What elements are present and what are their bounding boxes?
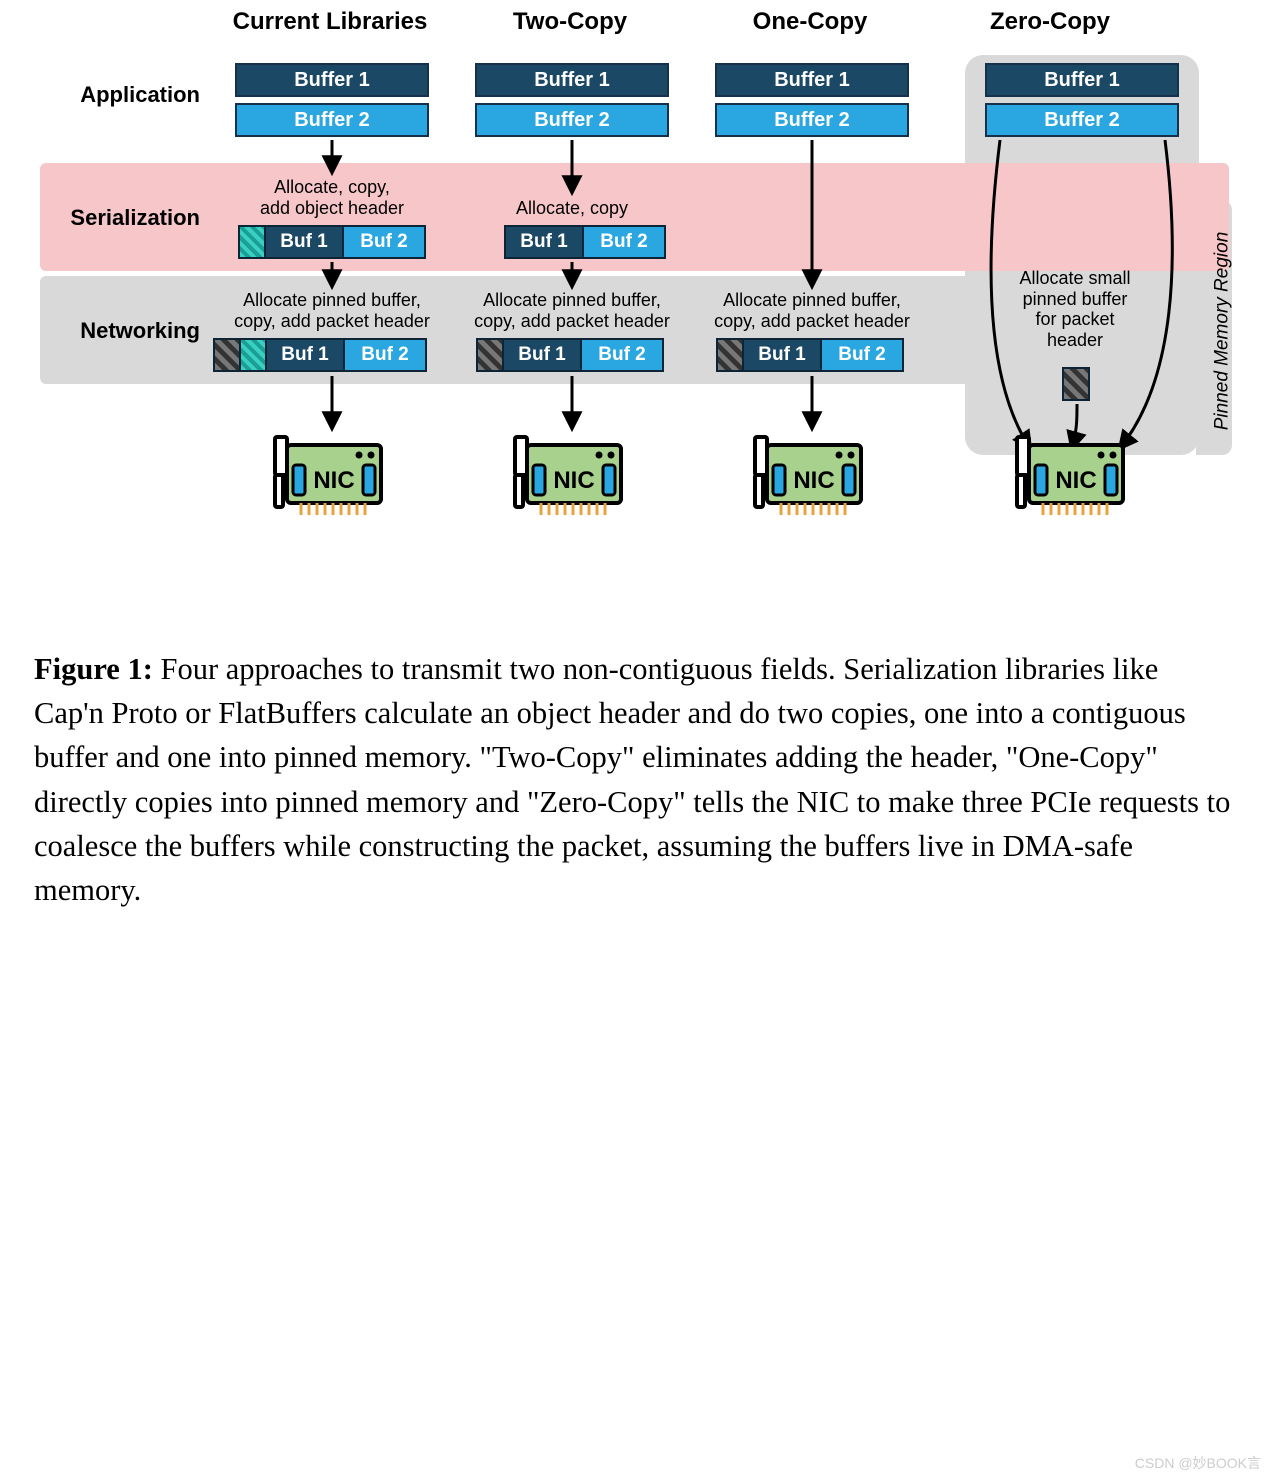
nic-icon — [755, 437, 861, 515]
caption-body: Four approaches to transmit two non-cont… — [34, 652, 1230, 907]
nic-icon — [1017, 437, 1123, 515]
arrows-overlay: NIC — [0, 0, 1269, 617]
figure-caption: Figure 1: Four approaches to transmit tw… — [0, 617, 1269, 932]
diagram: Current Libraries Two-Copy One-Copy Zero… — [0, 0, 1269, 617]
nic-icon — [275, 437, 381, 515]
watermark: CSDN @妙BOOK言 — [1135, 1453, 1261, 1473]
nic-icon — [515, 437, 621, 515]
caption-lead: Figure 1: — [34, 652, 153, 686]
